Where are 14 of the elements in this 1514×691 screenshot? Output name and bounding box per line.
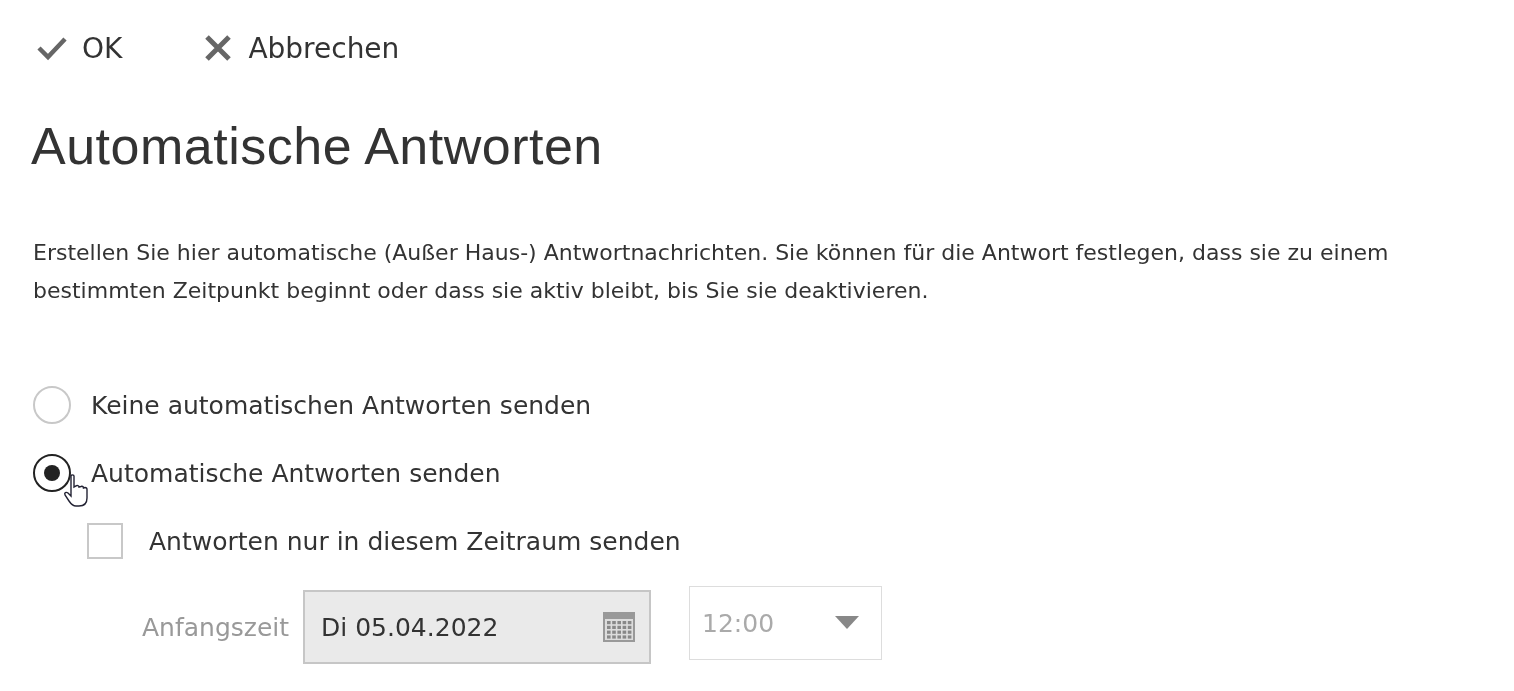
checkbox-label[interactable]: Antworten nur in diesem Zeitraum senden [149, 526, 681, 556]
radio-label[interactable]: Automatische Antworten senden [91, 458, 501, 488]
field-label: Anfangszeit [142, 612, 290, 642]
calendar-icon [601, 609, 638, 645]
date-field[interactable]: Di 05.04.2022 [303, 590, 652, 664]
checkbox[interactable] [87, 523, 123, 559]
caret-icon [835, 616, 860, 630]
description-text: Erstellen Sie hier automatische (Außer Haus-) Antwortnachrichten. Sie können für die Antwort festlegen, dass sie zu einem bestimmten Zeitpunkt beginnt oder dass sie aktiv bleibt, bis Sie sie deaktivieren. [33, 239, 1390, 305]
radio-label[interactable]: Keine automatischen Antworten senden [91, 390, 592, 420]
page-title: Automatische Antworten [31, 116, 604, 176]
ok-button[interactable]: OK [36, 31, 123, 65]
radio-button[interactable] [33, 454, 71, 492]
cancel-button[interactable]: Abbrechen [202, 31, 400, 65]
hand-cursor-icon [63, 474, 89, 508]
